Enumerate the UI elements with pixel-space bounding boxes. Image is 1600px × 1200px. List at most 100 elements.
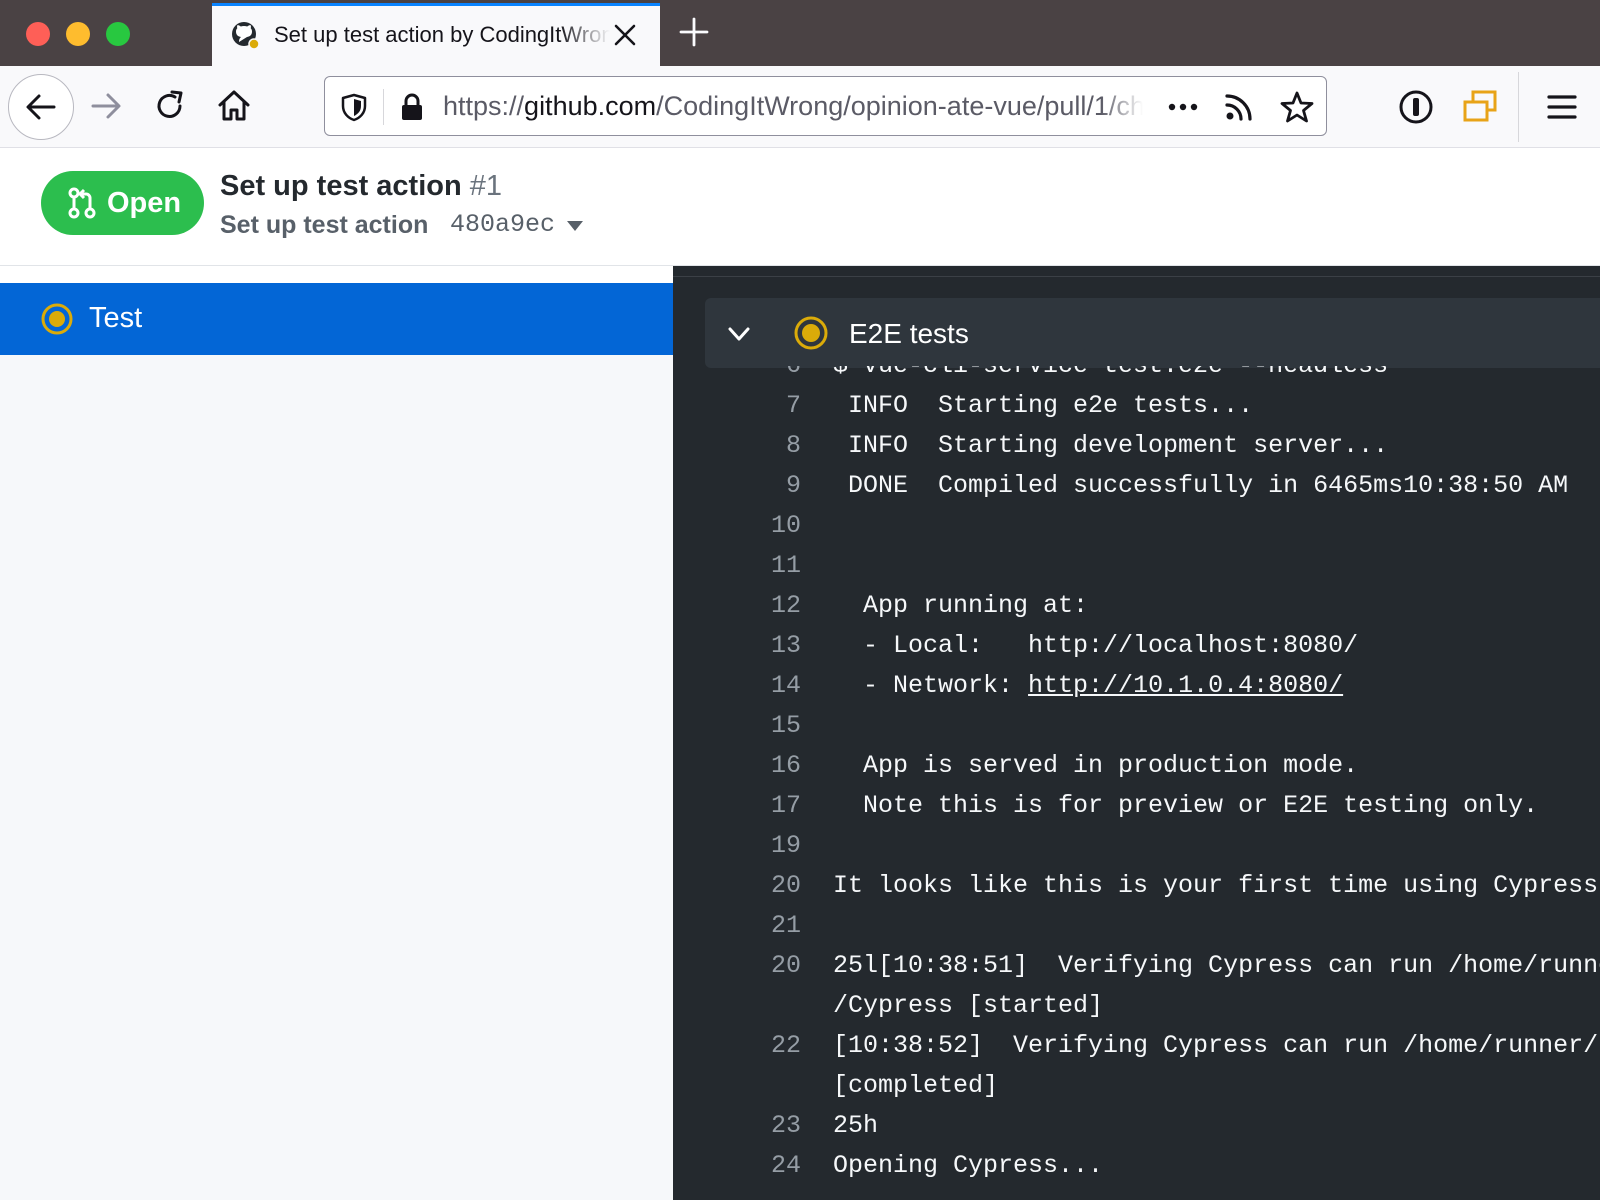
line-number[interactable]: 22 (713, 1026, 801, 1066)
line-text: Note this is for preview or E2E testing … (833, 791, 1539, 820)
line-number[interactable]: 15 (713, 706, 801, 746)
tab-title: Set up test action by CodingItWrong (274, 22, 610, 47)
pr-title[interactable]: Set up test action #1 (220, 170, 502, 203)
line-text-wrapped: /Cypress [started] (833, 991, 1104, 1020)
job-log-panel: E2E tests 6 $ vue-cli-service test:e2e --… (673, 266, 1600, 1200)
sidebar-job-label: Test (89, 302, 143, 334)
pr-subtitle: Set up test action (220, 211, 429, 239)
line-text: $ vue-cli-service test:e2e --headless (833, 366, 1388, 386)
network-url-link[interactable]: http://10.1.0.4:8080/ (1028, 671, 1343, 700)
line-text-prefix: - Network: (833, 671, 1029, 700)
line-text: 25l[10:38:51] Verifying Cypress can run … (833, 946, 1600, 1026)
line-number[interactable]: 21 (713, 906, 801, 946)
log-line: 16 App is served in production mode. (673, 746, 1600, 786)
page-actions-more-icon[interactable] (1165, 92, 1201, 122)
line-number[interactable]: 24 (713, 1146, 801, 1186)
browser-tab-strip: Set up test action by CodingItWrong (0, 0, 1600, 66)
log-line: 17 Note this is for preview or E2E testi… (673, 786, 1600, 826)
arrow-right-icon (91, 93, 121, 119)
git-pull-request-icon (68, 187, 96, 219)
line-number[interactable]: 20 (713, 866, 801, 906)
url-path: /CodingItWrong/opinion-ate-vue/pull/1/ch… (656, 91, 1143, 121)
line-number[interactable]: 12 (713, 586, 801, 626)
url-text[interactable]: https://github.com/CodingItWrong/opinion… (443, 91, 1143, 122)
line-number[interactable]: 11 (713, 546, 801, 586)
hamburger-menu-icon[interactable] (1542, 87, 1582, 127)
commit-sha[interactable]: 480a9ec (450, 210, 555, 239)
line-text: 25h (833, 1111, 879, 1140)
line-text: [10:38:52] Verifying Cypress can run /ho… (833, 1026, 1600, 1106)
line-number[interactable]: 20 (713, 946, 801, 986)
lock-icon[interactable] (397, 92, 427, 122)
line-text: App running at: (833, 591, 1089, 620)
url-bar[interactable]: https://github.com/CodingItWrong/opinion… (324, 76, 1327, 136)
home-button[interactable] (204, 76, 264, 136)
caret-down-icon[interactable] (566, 220, 584, 232)
url-host: github.com (524, 91, 657, 121)
url-scheme: https:// (443, 91, 525, 121)
pr-number: #1 (469, 170, 502, 202)
forward-button[interactable] (76, 76, 136, 136)
line-number[interactable]: 10 (713, 506, 801, 546)
reload-icon (157, 90, 183, 118)
line-number[interactable]: 23 (713, 1106, 801, 1146)
sidebar-job-test[interactable]: Test (0, 283, 673, 355)
log-line: 8 INFO Starting development server... (673, 426, 1600, 466)
minimize-window-button[interactable] (66, 22, 90, 46)
line-number[interactable]: 16 (713, 746, 801, 786)
log-line: 14 - Network: http://10.1.0.4:8080/ (673, 666, 1600, 706)
in-progress-status-icon (41, 303, 73, 335)
step-title: E2E tests (849, 318, 969, 349)
log-line: 20 It looks like this is your first time … (673, 866, 1600, 906)
toolbar-separator (1518, 72, 1519, 142)
url-separator (383, 89, 384, 125)
log-line: 20 25l[10:38:51] Verifying Cypress can ru… (673, 946, 1600, 1026)
in-progress-status-icon (794, 316, 828, 350)
log-line: 10 (673, 506, 1600, 546)
line-text: DONE Compiled successfully in 6465ms10:3… (833, 471, 1569, 500)
log-line: 23 25h (673, 1106, 1600, 1146)
password-manager-icon[interactable] (1396, 87, 1436, 127)
browser-tab-active[interactable]: Set up test action by CodingItWrong (212, 3, 660, 66)
browser-toolbar: https://github.com/CodingItWrong/opinion… (0, 66, 1600, 148)
line-text: INFO Starting e2e tests... (833, 391, 1254, 420)
line-number[interactable]: 6 (713, 366, 801, 386)
log-line: 21 (673, 906, 1600, 946)
reload-button[interactable] (140, 76, 200, 136)
line-text-part: 25l[10:38:51] Verifying Cypress can run … (833, 951, 1600, 980)
log-line: 6 $ vue-cli-service test:e2e --headless (673, 366, 1600, 386)
line-text: INFO Starting development server... (833, 431, 1389, 460)
line-text: It looks like this is your first time us… (833, 871, 1600, 900)
pr-status-badge: Open (41, 171, 204, 235)
log-output[interactable]: 6 $ vue-cli-service test:e2e --headless 7… (673, 366, 1600, 1200)
bookmark-star-icon[interactable] (1280, 90, 1314, 124)
new-tab-icon[interactable] (678, 16, 710, 48)
line-number[interactable]: 17 (713, 786, 801, 826)
extension-windows-icon[interactable] (1460, 87, 1500, 127)
line-text-part: [10:38:52] Verifying Cypress can run /ho… (833, 1031, 1600, 1060)
line-number[interactable]: 7 (713, 386, 801, 426)
line-number[interactable]: 8 (713, 426, 801, 466)
github-favicon-icon (232, 22, 260, 50)
line-number[interactable]: 14 (713, 666, 801, 706)
pr-status-label: Open (107, 186, 182, 219)
tracking-protection-shield-icon[interactable] (339, 92, 369, 122)
back-button[interactable] (8, 74, 74, 140)
log-line: 22 [10:38:52] Verifying Cypress can run /… (673, 1026, 1600, 1106)
line-number[interactable]: 13 (713, 626, 801, 666)
line-text: - Network: http://10.1.0.4:8080/ (833, 666, 1343, 706)
pull-request-header: Open Set up test action #1 Set up test ac… (0, 148, 1600, 266)
zoom-window-button[interactable] (106, 22, 130, 46)
log-line: 13 - Local: http://localhost:8080/ (673, 626, 1600, 666)
close-window-button[interactable] (26, 22, 50, 46)
log-line: 24 Opening Cypress... (673, 1146, 1600, 1186)
pr-title-text: Set up test action (220, 170, 462, 202)
sidebar-spacer (0, 266, 673, 283)
close-tab-icon[interactable] (612, 22, 638, 48)
line-number[interactable]: 19 (713, 826, 801, 866)
chevron-down-icon[interactable] (727, 322, 751, 346)
line-number[interactable]: 9 (713, 466, 801, 506)
rss-feed-icon[interactable] (1223, 91, 1255, 123)
step-header-e2e-tests[interactable]: E2E tests (705, 298, 1600, 368)
log-line: 12 App running at: (673, 586, 1600, 626)
